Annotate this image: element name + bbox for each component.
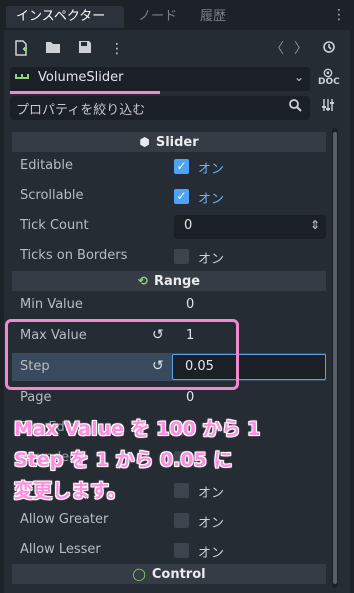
updown-arrows-icon[interactable]: ⇕ [310,218,320,232]
dock-menu-icon[interactable]: ⋮ [332,7,346,23]
annotation-text: Max Value を 100 から 1 Step を 1 から 0.05 に … [14,418,261,502]
allow-greater-checkbox[interactable] [174,513,189,528]
tab-node[interactable]: ノード [138,6,177,28]
forward-icon[interactable]: 〉 [292,40,310,58]
tab-inspector[interactable]: インスペクター [6,6,124,28]
new-resource-icon[interactable] [12,40,30,58]
more-menu-icon[interactable]: ⋮ [108,40,126,58]
prop-min-value: Min Value 0 [20,297,195,312]
history-icon[interactable] [320,40,338,58]
tick-count-spinbox[interactable]: 0 ⇕ [174,215,326,239]
prop-editable: Editable ✓ オン [20,158,225,177]
ticks-on-borders-checkbox[interactable] [174,249,189,264]
tab-history[interactable]: 履歴 [200,6,226,28]
highlight-callout [5,319,239,390]
prop-allow-greater: Allow Greater オン [20,512,225,531]
prop-tick-count: Tick Count 0 ⇕ [12,212,326,240]
section-range[interactable]: ⟲ Range [12,271,326,291]
filter-placeholder: プロパティを絞り込む [16,103,146,118]
allow-lesser-checkbox[interactable] [174,543,189,558]
doc-icon[interactable]: ⊙ DOC [318,67,340,87]
hslider-icon [14,71,30,88]
min-value-field[interactable]: 0 [186,297,194,312]
inspector-toolbar: ⋮ 〈 〉 [10,36,340,62]
prop-scrollable: Scrollable ✓ オン [20,188,225,207]
open-folder-icon[interactable] [44,40,62,58]
prop-ticks-on-borders: Ticks on Borders オン [20,248,225,267]
property-filter-input[interactable]: プロパティを絞り込む [10,96,310,120]
object-highlight-underline [10,91,160,94]
section-control[interactable]: ◯ Control [12,564,326,584]
object-selector[interactable]: VolumeSlider ⌄ [10,67,310,91]
save-icon[interactable] [76,40,94,58]
prop-allow-lesser: Allow Lesser オン [20,542,225,561]
tune-icon[interactable] [318,98,338,116]
page-field[interactable]: 0 [186,390,194,405]
cube-icon: ⬢ [139,135,150,149]
section-slider[interactable]: ⬢ Slider [12,132,326,152]
editable-checkbox[interactable]: ✓ [174,159,189,174]
control-icon: ◯ [132,567,146,581]
object-name: VolumeSlider [38,70,124,85]
search-icon [289,99,302,116]
chevron-down-icon: ⌄ [293,70,304,84]
dock-tab-bar: インスペクター ノード 履歴 ⋮ [0,0,354,34]
back-icon[interactable]: 〈 [268,40,286,58]
scrollbar-thumb[interactable] [333,132,337,584]
scrollable-checkbox[interactable]: ✓ [174,189,189,204]
range-icon: ⟲ [137,274,148,288]
